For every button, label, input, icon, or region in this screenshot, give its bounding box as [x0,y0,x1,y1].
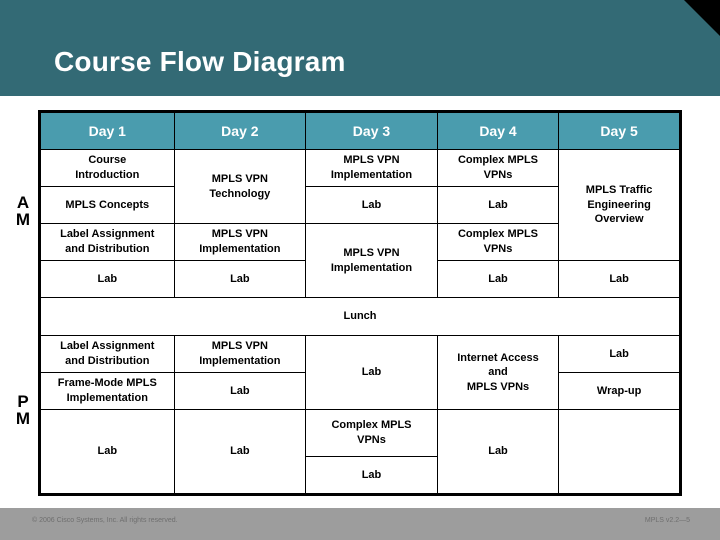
slide-canvas: Course Flow Diagram A M P M Day 1 Day 2 … [0,0,720,540]
cell-pm-day4-r3: Lab [436,409,560,494]
schedule-table: Day 1 Day 2 Day 3 Day 4 Day 5 Course Intr… [40,112,680,494]
column-header-day-4: Day 4 [436,112,560,150]
cell-am-day3-r1: MPLS VPN Implementation [305,149,438,187]
cell-am-day1-r3: Label Assignment and Distribution [40,223,175,261]
cell-pm-day2-r1: MPLS VPN Implementation [173,335,307,373]
cell-am-day2-r1: MPLS VPN Technology [173,149,307,224]
cell-pm-day1-r2: Frame-Mode MPLS Implementation [40,372,175,410]
cell-pm-day3-r4: Lab [305,456,438,494]
cell-am-day2-r4: Lab [173,260,307,298]
pm-section-label: P M [8,393,38,427]
lunch-cell: Lunch [40,297,680,336]
cell-am-day3-r3: MPLS VPN Implementation [305,223,438,298]
pm-label-line2: M [15,409,31,428]
corner-cut-decoration [684,0,720,36]
cell-am-day5-r4: Lab [558,260,680,298]
am-section-label: A M [8,194,38,228]
document-code: MPLS v2.2—5 [644,517,690,524]
lunch-row: Lunch [40,297,680,336]
page-title: Course Flow Diagram [54,46,346,77]
course-flow-table: Day 1 Day 2 Day 3 Day 4 Day 5 Course Intr… [38,110,682,496]
cell-pm-day5-r3-blank [558,409,680,494]
am-label-line1: A [16,193,30,212]
slide-footer: © 2006 Cisco Systems, Inc. All rights re… [0,508,720,540]
cell-pm-day4-r1: Internet Access and MPLS VPNs [436,335,560,410]
cell-pm-day3-r1: Lab [305,335,438,410]
cell-am-day2-r3: MPLS VPN Implementation [173,223,307,261]
cell-am-day3-r2: Lab [305,186,438,224]
column-header-day-2: Day 2 [173,112,307,150]
cell-pm-day2-r3: Lab [173,409,307,494]
copyright-text: © 2006 Cisco Systems, Inc. All rights re… [32,517,178,524]
cell-pm-day5-r1: Lab [558,335,680,373]
cell-am-day4-r3: Complex MPLS VPNs [436,223,560,261]
table-row: Course Introduction MPLS VPN Technology MP… [40,149,680,261]
cell-am-day5-r1: MPLS Traffic Engineering Overview [558,149,680,261]
cell-am-day1-r1: Course Introduction [40,149,175,187]
table-row: Label Assignment and Distribution MPLS VP… [40,335,680,410]
table-header-row: Day 1 Day 2 Day 3 Day 4 Day 5 [40,112,680,150]
cell-pm-day2-r2: Lab [173,372,307,410]
pm-label-line1: P [17,392,29,411]
column-header-day-3: Day 3 [305,112,438,150]
cell-pm-day3-r3: Complex MPLS VPNs [305,409,438,457]
cell-am-day1-r4: Lab [40,260,175,298]
column-header-day-1: Day 1 [40,112,175,150]
column-header-day-5: Day 5 [558,112,680,150]
cell-am-day4-r1: Complex MPLS VPNs [436,149,560,187]
am-label-line2: M [15,210,31,229]
cell-pm-day1-r3: Lab [40,409,175,494]
cell-pm-day5-r2: Wrap-up [558,372,680,410]
cell-am-day4-r4: Lab [436,260,560,298]
cell-pm-day1-r1: Label Assignment and Distribution [40,335,175,373]
cell-am-day4-r2: Lab [436,186,560,224]
cell-am-day1-r2: MPLS Concepts [40,186,175,224]
table-row: Lab Lab Complex MPLS VPNs Lab [40,409,680,494]
